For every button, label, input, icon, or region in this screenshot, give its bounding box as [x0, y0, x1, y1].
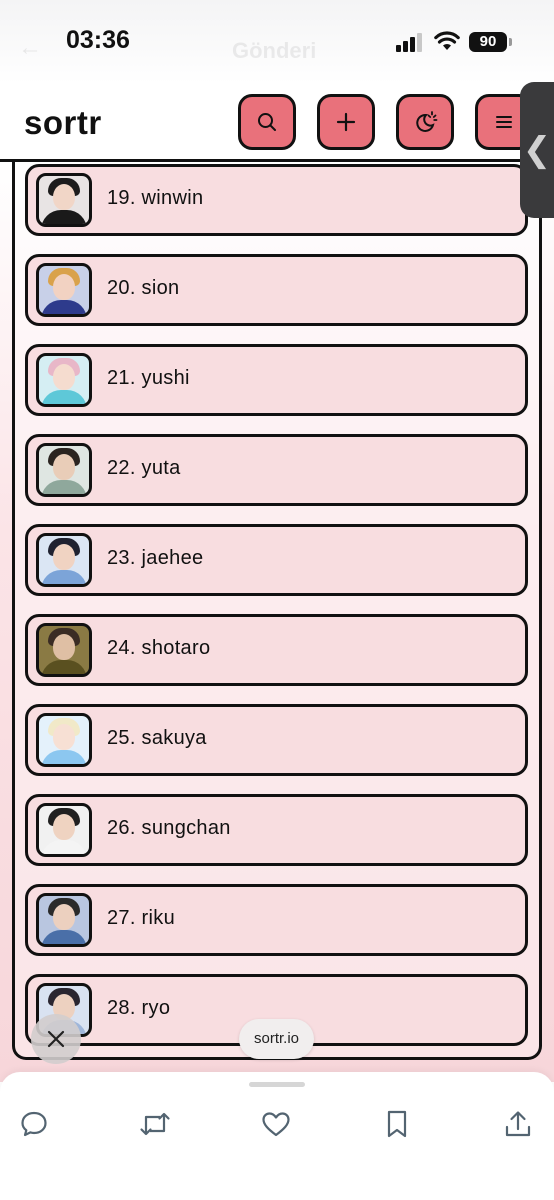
reply-button[interactable] — [16, 1106, 52, 1142]
side-panel-handle[interactable]: ❮ — [520, 82, 554, 218]
ranking-item-label: 22. yuta — [107, 457, 181, 479]
ranking-item[interactable]: 27. riku — [25, 884, 528, 956]
search-icon — [258, 113, 276, 131]
ranking-item[interactable]: 26. sungchan — [25, 794, 528, 866]
repost-button[interactable] — [137, 1106, 173, 1142]
ranking-item-label: 28. ryo — [107, 997, 171, 1019]
close-icon — [47, 1030, 65, 1048]
bookmark-button[interactable] — [379, 1106, 415, 1142]
plus-icon — [336, 112, 356, 132]
like-button[interactable] — [258, 1106, 294, 1142]
add-button[interactable] — [317, 94, 375, 150]
menu-icon — [496, 116, 512, 128]
ranking-item[interactable]: 23. jaehee — [25, 524, 528, 596]
avatar — [36, 713, 92, 767]
cellular-signal-icon — [396, 33, 422, 52]
status-time: 03:36 — [66, 26, 130, 54]
status-bar: ← Gönderi 03:36 90 — [0, 0, 554, 84]
sheet-grabber[interactable] — [249, 1082, 305, 1087]
site-header: sortr — [0, 84, 554, 162]
ranking-item-label: 21. yushi — [107, 367, 190, 389]
wifi-icon — [434, 31, 460, 50]
share-icon — [505, 1111, 531, 1137]
ranking-item[interactable]: 24. shotaro — [25, 614, 528, 686]
battery-indicator: 90 — [469, 32, 512, 52]
ranking-item-label: 24. shotaro — [107, 637, 211, 659]
avatar — [36, 533, 92, 587]
ranking-item-label: 26. sungchan — [107, 817, 231, 839]
avatar — [36, 353, 92, 407]
comment-icon — [21, 1111, 47, 1137]
search-button[interactable] — [238, 94, 296, 150]
site-logo[interactable]: sortr — [24, 104, 102, 142]
repost-icon — [140, 1112, 170, 1136]
ranking-item[interactable]: 21. yushi — [25, 344, 528, 416]
moon-sun-icon — [416, 111, 438, 132]
faded-page-title: Gönderi — [232, 38, 317, 63]
ranking-item[interactable]: 22. yuta — [25, 434, 528, 506]
avatar — [36, 893, 92, 947]
avatar — [36, 803, 92, 857]
tweet-action-bar — [0, 1072, 554, 1200]
url-pill[interactable]: sortr.io — [239, 1019, 314, 1059]
ranking-item[interactable]: 19. winwin — [25, 164, 528, 236]
ranking-item-label: 19. winwin — [107, 187, 204, 209]
back-arrow-icon[interactable]: ← — [18, 36, 42, 60]
ranking-item-label: 27. riku — [107, 907, 175, 929]
bookmark-icon — [387, 1110, 407, 1138]
ranking-item[interactable]: 20. sion — [25, 254, 528, 326]
chevron-left-icon: ❮ — [522, 131, 552, 169]
avatar — [36, 263, 92, 317]
heart-icon — [262, 1112, 290, 1137]
ranking-item-label: 20. sion — [107, 277, 180, 299]
avatar — [36, 623, 92, 677]
ranking-item[interactable]: 25. sakuya — [25, 704, 528, 776]
ranking-item-label: 25. sakuya — [107, 727, 207, 749]
ranking-item-label: 23. jaehee — [107, 547, 204, 569]
theme-toggle-button[interactable] — [396, 94, 454, 150]
avatar — [36, 173, 92, 227]
share-button[interactable] — [500, 1106, 536, 1142]
avatar — [36, 443, 92, 497]
close-overlay-button[interactable] — [31, 1014, 81, 1064]
